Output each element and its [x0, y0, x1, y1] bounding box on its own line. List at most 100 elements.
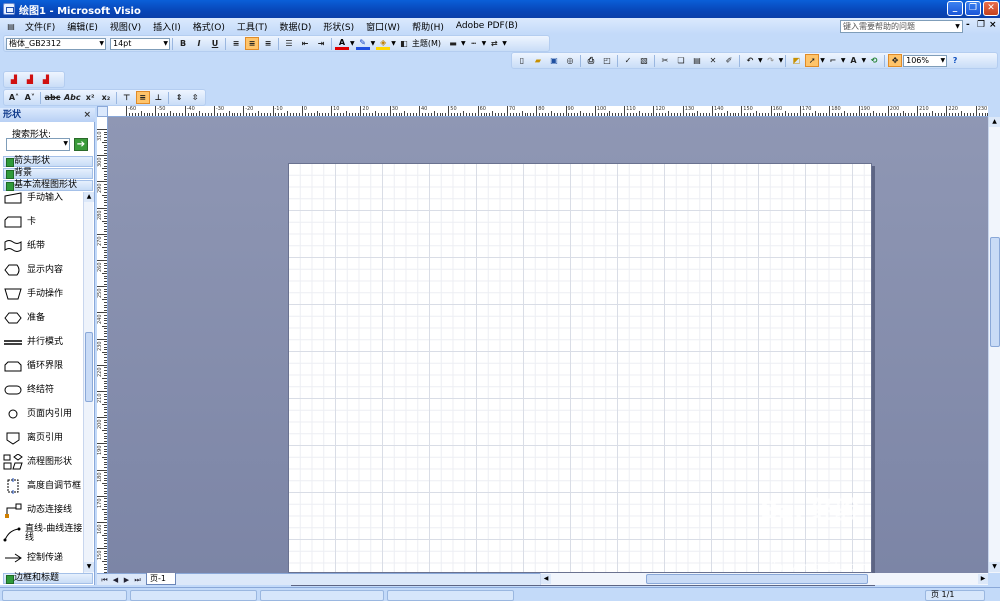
new-icon[interactable]: ▯ — [515, 54, 529, 67]
shape-paper-tape[interactable]: 纸带 — [3, 236, 83, 256]
shape-flowchart-shapes[interactable]: 流程图形状 — [3, 452, 83, 472]
strikethrough-button[interactable]: abc — [44, 91, 62, 104]
grow-font-icon[interactable]: A˄ — [7, 91, 21, 104]
chevron-down-icon[interactable]: ▼ — [820, 57, 825, 64]
chevron-down-icon[interactable]: ▼ — [350, 40, 355, 47]
menu-view[interactable]: 视图(V) — [104, 20, 147, 33]
document-icon[interactable]: ▤ — [4, 20, 18, 33]
shapes-window-icon[interactable]: ◩ — [789, 54, 803, 67]
vertical-scrollbar[interactable]: ▲ ▼ — [988, 117, 1000, 573]
search-shapes-input[interactable]: ▼ — [6, 138, 70, 151]
shapes-scrollbar[interactable]: ▲ ▼ — [83, 192, 94, 574]
minimize-button[interactable]: _ — [947, 1, 963, 16]
print-icon[interactable]: ⎙ — [584, 54, 598, 67]
permission-icon[interactable]: ◎ — [563, 54, 577, 67]
shape-on-page-reference[interactable]: 页面内引用 — [3, 404, 83, 424]
menu-format[interactable]: 格式(O) — [187, 20, 231, 33]
close-button[interactable]: ✕ — [983, 1, 999, 16]
shape-parallel-mode[interactable]: 并行模式 — [3, 332, 83, 352]
scroll-thumb[interactable] — [646, 574, 868, 584]
scroll-up-icon[interactable]: ▲ — [84, 192, 94, 202]
menu-tools[interactable]: 工具(T) — [231, 20, 274, 33]
shape-preparation[interactable]: 准备 — [3, 308, 83, 328]
shape-display[interactable]: 显示内容 — [3, 260, 83, 280]
decrease-paragraph-spacing-icon[interactable]: ⇳ — [188, 91, 202, 104]
redo-icon[interactable]: ↷ — [764, 54, 778, 67]
first-page-icon[interactable]: ⏮ — [100, 575, 109, 585]
chevron-down-icon[interactable]: ▼ — [63, 140, 68, 147]
convert-and-email-icon[interactable]: ▟ — [23, 73, 37, 86]
copy-icon[interactable]: ❏ — [674, 54, 688, 67]
line-ends-icon[interactable]: ⇄ — [487, 37, 501, 50]
restore-button[interactable]: ❐ — [965, 1, 981, 16]
align-bottom-icon[interactable]: ⊥ — [152, 91, 166, 104]
align-right-icon[interactable]: ≡ — [261, 37, 275, 50]
increase-paragraph-spacing-icon[interactable]: ⇕ — [172, 91, 186, 104]
shape-loop-limit[interactable]: 循环界限 — [3, 356, 83, 376]
line-pattern-icon[interactable]: ┅ — [467, 37, 481, 50]
increase-indent-icon[interactable]: ⇥ — [314, 37, 328, 50]
scroll-right-icon[interactable]: ▶ — [978, 574, 988, 584]
doc-minimize-button[interactable]: - — [966, 20, 970, 30]
menu-edit[interactable]: 编辑(E) — [61, 20, 104, 33]
shape-terminator[interactable]: 终结符 — [3, 380, 83, 400]
last-page-icon[interactable]: ⏭ — [133, 575, 142, 585]
zoom-select[interactable]: 106% ▼ — [903, 54, 948, 67]
save-icon[interactable]: ▣ — [547, 54, 561, 67]
next-page-icon[interactable]: ▶ — [122, 575, 131, 585]
chevron-down-icon[interactable]: ▼ — [758, 57, 763, 64]
convert-to-pdf-icon[interactable]: ▟ — [7, 73, 21, 86]
help-icon[interactable]: ? — [948, 54, 962, 67]
shape-off-page-reference[interactable]: 离页引用 — [3, 428, 83, 448]
connect-shapes-icon[interactable]: ⟲ — [867, 54, 881, 67]
ruler-corner[interactable] — [97, 106, 108, 117]
shape-manual-input[interactable]: 手动输入 — [3, 192, 83, 208]
italic-button[interactable]: I — [192, 37, 206, 50]
align-left-icon[interactable]: ≡ — [229, 37, 243, 50]
chevron-down-icon[interactable]: ▼ — [482, 40, 487, 47]
menu-window[interactable]: 窗口(W) — [360, 20, 406, 33]
vertical-ruler[interactable]: 310 300 290 280 270 260 250 240 230 220 210 200 190 1… — [97, 117, 108, 573]
doc-restore-button[interactable]: ❐ — [977, 20, 985, 30]
text-tool-icon[interactable]: A — [847, 54, 861, 67]
align-top-icon[interactable]: ⊤ — [120, 91, 134, 104]
delete-icon[interactable]: ✕ — [706, 54, 720, 67]
chevron-down-icon[interactable]: ▼ — [461, 40, 466, 47]
pan-zoom-icon[interactable]: ✥ — [888, 54, 903, 67]
scroll-thumb[interactable] — [85, 332, 93, 402]
format-painter-icon[interactable]: ✐ — [722, 54, 736, 67]
menu-help[interactable]: 帮助(H) — [406, 20, 450, 33]
align-center-icon[interactable]: ≡ — [245, 37, 259, 50]
paste-icon[interactable]: ▤ — [690, 54, 704, 67]
shape-control-transfer[interactable]: 控制传递 — [3, 548, 83, 568]
theme-icon[interactable]: ◧ — [397, 37, 411, 50]
stencil-borders-titles[interactable]: 边框和标题 — [3, 573, 93, 584]
scroll-left-icon[interactable]: ◀ — [541, 574, 551, 584]
superscript-button[interactable]: x² — [83, 91, 97, 104]
line-weight-icon[interactable]: ▬ — [446, 37, 460, 50]
align-middle-icon[interactable]: ≡ — [135, 91, 150, 104]
font-color-icon[interactable]: A — [335, 37, 349, 50]
scroll-down-icon[interactable]: ▼ — [84, 562, 94, 572]
font-select[interactable]: 楷体_GB2312 ▼ — [6, 37, 106, 50]
cut-icon[interactable]: ✂ — [658, 54, 672, 67]
research-icon[interactable]: ▧ — [637, 54, 651, 67]
scroll-thumb[interactable] — [990, 237, 1000, 347]
search-go-button[interactable]: ➔ — [74, 138, 88, 151]
stencil-arrow-shapes[interactable]: 箭头形状 — [3, 156, 93, 167]
close-icon[interactable]: × — [83, 108, 91, 122]
open-icon[interactable]: ▰ — [531, 54, 545, 67]
underline-button[interactable]: U — [208, 37, 222, 50]
stencil-backgrounds[interactable]: 背景 — [3, 168, 93, 179]
chevron-down-icon[interactable]: ▼ — [502, 40, 507, 47]
chevron-down-icon[interactable]: ▼ — [841, 57, 846, 64]
fill-color-icon[interactable]: ◈ — [376, 37, 391, 50]
convert-and-review-icon[interactable]: ▟ — [39, 73, 53, 86]
subscript-button[interactable]: x₂ — [99, 91, 113, 104]
scroll-down-icon[interactable]: ▼ — [989, 562, 1000, 572]
spelling-icon[interactable]: ✓ — [621, 54, 635, 67]
chevron-down-icon[interactable]: ▼ — [371, 40, 376, 47]
horizontal-ruler[interactable]: -60 -50 -40 -30 -20 -10 0 10 20 30 40 50 60 70 80 90 100… — [108, 106, 988, 117]
shape-card[interactable]: 卡 — [3, 212, 83, 232]
bold-button[interactable]: B — [176, 37, 190, 50]
